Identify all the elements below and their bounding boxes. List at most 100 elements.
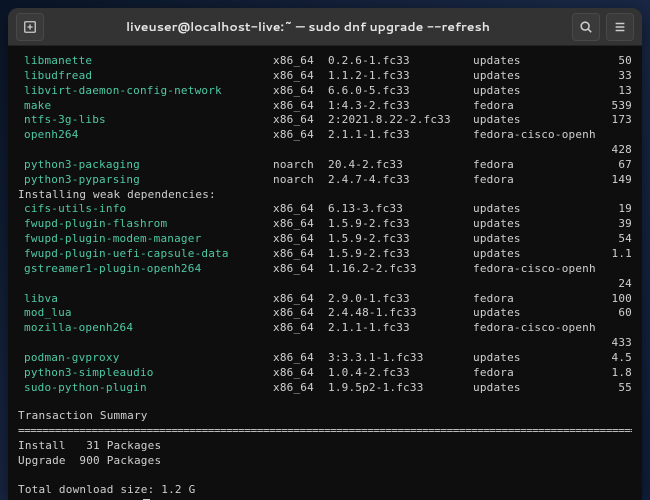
package-arch: x86_64: [273, 99, 328, 114]
package-repo: fedora: [473, 292, 597, 307]
package-row: python3-pyparsingnoarch2.4.7-4.fc33fedor…: [18, 173, 632, 188]
titlebar: liveuser@localhost-live:~ — sudo dnf upg…: [8, 8, 642, 46]
package-arch: x86_64: [273, 381, 328, 396]
package-size: 1.8: [597, 366, 632, 381]
package-row: libvax86_642.9.0-1.fc33fedora100: [18, 292, 632, 307]
package-repo: updates: [473, 232, 597, 247]
package-name: python3-packaging: [18, 158, 273, 173]
search-button[interactable]: [572, 13, 600, 41]
package-name: fwupd-plugin-flashrom: [18, 217, 273, 232]
package-row: libudfreadx86_641.1.2-1.fc33updates33: [18, 69, 632, 84]
package-version: 3:3.3.1-1.fc33: [328, 351, 473, 366]
package-size: 50: [597, 54, 632, 69]
divider-line: ========================================…: [18, 424, 632, 439]
package-repo: updates: [473, 84, 597, 99]
package-arch: x86_64: [273, 54, 328, 69]
package-version: 6.13-3.fc33: [328, 202, 473, 217]
new-tab-button[interactable]: [16, 13, 44, 41]
package-arch: x86_64: [273, 84, 328, 99]
package-size: 33: [597, 69, 632, 84]
package-repo: updates: [473, 69, 597, 84]
package-row: podman-gvproxyx86_643:3.3.1-1.fc33update…: [18, 351, 632, 366]
package-version: 1.9.5p2-1.fc33: [328, 381, 473, 396]
package-name: cifs-utils-info: [18, 202, 273, 217]
package-size: 100: [597, 292, 632, 307]
package-version: 2:2021.8.22-2.fc33: [328, 113, 473, 128]
package-row: fwupd-plugin-uefi-capsule-datax86_641.5.…: [18, 247, 632, 262]
package-name: fwupd-plugin-uefi-capsule-data: [18, 247, 273, 262]
package-version: 0.2.6-1.fc33: [328, 54, 473, 69]
package-size: [597, 128, 632, 143]
hamburger-icon: [613, 20, 627, 34]
package-name: fwupd-plugin-modem-manager: [18, 232, 273, 247]
package-row: fwupd-plugin-flashromx86_641.5.9-2.fc33u…: [18, 217, 632, 232]
terminal-window: liveuser@localhost-live:~ — sudo dnf upg…: [8, 8, 642, 500]
package-arch: x86_64: [273, 113, 328, 128]
overflow-size: 433: [18, 336, 632, 351]
package-name: openh264: [18, 128, 273, 143]
package-size: 13: [597, 84, 632, 99]
package-row: mod_luax86_642.4.48-1.fc33updates60: [18, 306, 632, 321]
package-arch: x86_64: [273, 321, 328, 336]
transaction-summary-header: Transaction Summary: [18, 409, 632, 424]
package-repo: updates: [473, 381, 597, 396]
package-name: mod_lua: [18, 306, 273, 321]
package-row: makex86_641:4.3-2.fc33fedora539: [18, 99, 632, 114]
package-repo: updates: [473, 247, 597, 262]
package-name: libmanette: [18, 54, 273, 69]
package-version: 2.4.7-4.fc33: [328, 173, 473, 188]
install-count: Install 31 Packages: [18, 439, 632, 454]
package-row: mozilla-openh264x86_642.1.1-1.fc33fedora…: [18, 321, 632, 336]
package-arch: noarch: [273, 158, 328, 173]
package-repo: updates: [473, 202, 597, 217]
search-icon: [579, 20, 593, 34]
terminal-output[interactable]: libmanettex86_640.2.6-1.fc33updates50lib…: [8, 46, 642, 500]
package-arch: x86_64: [273, 217, 328, 232]
package-size: 19: [597, 202, 632, 217]
package-row: python3-packagingnoarch20.4-2.fc33fedora…: [18, 158, 632, 173]
package-repo: fedora: [473, 173, 597, 188]
package-repo: updates: [473, 217, 597, 232]
package-name: libvirt-daemon-config-network: [18, 84, 273, 99]
package-name: libudfread: [18, 69, 273, 84]
package-name: podman-gvproxy: [18, 351, 273, 366]
package-size: 149: [597, 173, 632, 188]
package-version: 2.9.0-1.fc33: [328, 292, 473, 307]
plus-box-icon: [23, 20, 37, 34]
package-size: [597, 321, 632, 336]
package-repo: fedora-cisco-openh: [473, 321, 597, 336]
package-size: 539: [597, 99, 632, 114]
package-version: 2.1.1-1.fc33: [328, 321, 473, 336]
package-repo: fedora: [473, 99, 597, 114]
package-version: 1.1.2-1.fc33: [328, 69, 473, 84]
package-arch: noarch: [273, 173, 328, 188]
package-repo: fedora: [473, 366, 597, 381]
package-repo: fedora-cisco-openh: [473, 128, 597, 143]
package-name: ntfs-3g-libs: [18, 113, 273, 128]
package-version: 1.5.9-2.fc33: [328, 247, 473, 262]
menu-button[interactable]: [606, 13, 634, 41]
package-arch: x86_64: [273, 69, 328, 84]
package-arch: x86_64: [273, 128, 328, 143]
package-version: 1.0.4-2.fc33: [328, 366, 473, 381]
download-size: Total download size: 1.2 G: [18, 483, 632, 498]
package-row: python3-simpleaudiox86_641.0.4-2.fc33fed…: [18, 366, 632, 381]
package-row: cifs-utils-infox86_646.13-3.fc33updates1…: [18, 202, 632, 217]
package-name: mozilla-openh264: [18, 321, 273, 336]
window-title: liveuser@localhost-live:~ — sudo dnf upg…: [44, 18, 572, 36]
package-repo: updates: [473, 306, 597, 321]
package-row: sudo-python-pluginx86_641.9.5p2-1.fc33up…: [18, 381, 632, 396]
package-arch: x86_64: [273, 351, 328, 366]
package-repo: fedora: [473, 158, 597, 173]
package-size: 67: [597, 158, 632, 173]
package-version: 1.5.9-2.fc33: [328, 217, 473, 232]
package-name: sudo-python-plugin: [18, 381, 273, 396]
package-name: make: [18, 99, 273, 114]
overflow-size: 428: [18, 143, 632, 158]
package-arch: x86_64: [273, 292, 328, 307]
overflow-size: 24: [18, 277, 632, 292]
package-arch: x86_64: [273, 232, 328, 247]
package-version: 6.6.0-5.fc33: [328, 84, 473, 99]
package-row: libvirt-daemon-config-networkx86_646.6.0…: [18, 84, 632, 99]
package-repo: updates: [473, 351, 597, 366]
